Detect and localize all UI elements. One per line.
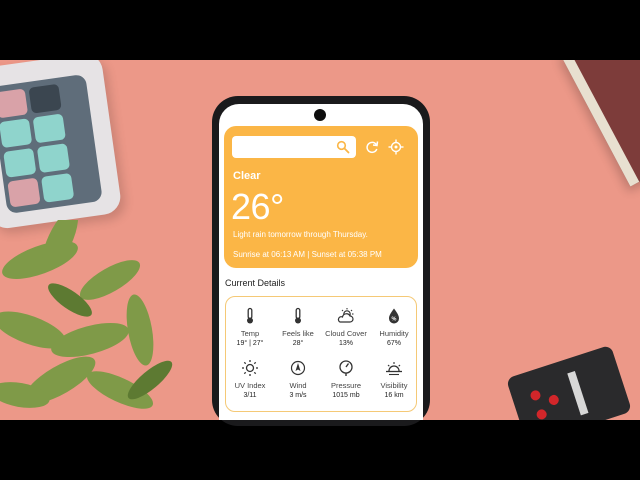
current-weather-card: Clear 26° Light rain tomorrow through Th… <box>224 126 418 268</box>
weather-condition: Clear <box>233 170 261 182</box>
detail-humidity: % Humidity 67% <box>370 307 418 347</box>
detail-wind: Wind 3 m/s <box>274 359 322 399</box>
my-location-icon[interactable] <box>388 139 404 155</box>
detail-uv-index: UV Index 3/11 <box>226 359 274 399</box>
weather-app-screen: Clear 26° Light rain tomorrow through Th… <box>219 104 423 420</box>
current-temperature: 26° <box>231 186 284 227</box>
refresh-icon[interactable] <box>364 139 380 155</box>
front-camera <box>314 109 326 121</box>
thermometer-icon <box>295 307 301 324</box>
sunrise-sunset: Sunrise at 06:13 AM | Sunset at 05:38 PM <box>233 250 382 259</box>
detail-visibility: Visibility 16 km <box>370 359 418 399</box>
section-title: Current Details <box>225 278 286 288</box>
plant-prop <box>0 220 173 409</box>
search-icon[interactable] <box>336 140 350 154</box>
humidity-drop-icon: % <box>389 308 399 324</box>
svg-text:%: % <box>392 317 397 323</box>
sun-icon <box>242 360 258 376</box>
partly-cloudy-icon <box>337 308 354 323</box>
detail-cloud-cover: Cloud Cover 13% <box>322 307 370 347</box>
sunrise-horizon-icon <box>386 362 402 376</box>
gauge-icon <box>339 360 353 376</box>
book-prop <box>560 60 640 187</box>
gadget-prop <box>505 344 633 420</box>
thermometer-icon <box>247 307 253 324</box>
current-details-grid: Temp 19° | 27° Feels like 28° Cloud Cove… <box>225 296 417 412</box>
calculator-prop <box>0 60 123 231</box>
detail-feels-like: Feels like 28° <box>274 307 322 347</box>
wind-icon <box>290 360 306 376</box>
forecast-summary: Light rain tomorrow through Thursday. <box>233 230 368 239</box>
detail-temp: Temp 19° | 27° <box>226 307 274 347</box>
detail-pressure: Pressure 1015 mb <box>322 359 370 399</box>
search-input[interactable] <box>232 136 356 158</box>
